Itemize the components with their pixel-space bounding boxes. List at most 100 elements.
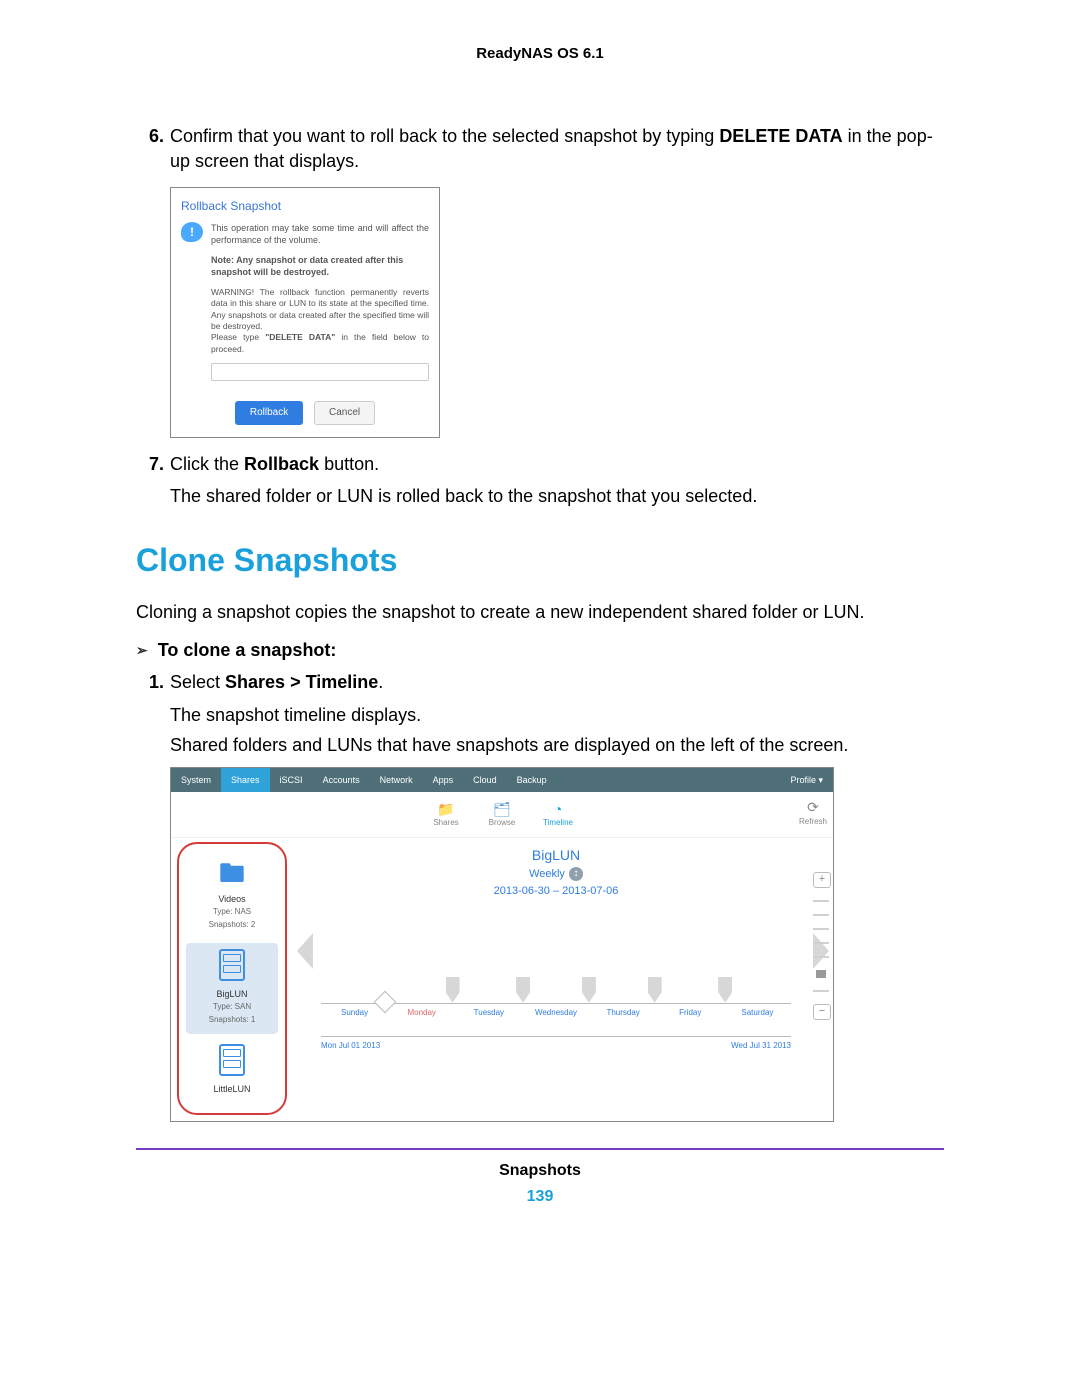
expand-icon[interactable]: ↕	[569, 867, 583, 881]
step-7: 7. Click the Rollback button.	[136, 452, 944, 476]
zoom-tick	[813, 956, 829, 958]
tab-iscsi[interactable]: iSCSI	[270, 768, 313, 792]
page-footer: Snapshots 139	[136, 1160, 944, 1207]
timeline-title: BigLUN	[303, 846, 809, 865]
zoom-tick	[813, 914, 829, 916]
timeline-panel: BigLUN Weekly↕ 2013-06-30 – 2013-07-06 S…	[293, 838, 833, 1121]
month-end: Wed Jul 31 2013	[731, 1041, 791, 1052]
step-6-number: 6.	[136, 124, 164, 173]
day-wed: Wednesday	[522, 1008, 589, 1019]
dialog-warning: WARNING! The rollback function permanent…	[211, 287, 429, 356]
dialog-warn2a: Please type	[211, 332, 265, 342]
share-snaps: Snapshots: 1	[186, 1015, 278, 1026]
step-6-bold: DELETE DATA	[719, 126, 842, 146]
prev-arrow-icon[interactable]	[297, 933, 313, 969]
share-name: BigLUN	[186, 988, 278, 1000]
dialog-msg: This operation may take some time and wi…	[211, 222, 429, 246]
zoom-controls: + −	[813, 872, 831, 1020]
tab-shares[interactable]: Shares	[221, 768, 270, 792]
snapshot-marker[interactable]	[582, 977, 596, 1003]
browse-icon: 🗂	[474, 800, 530, 818]
timeline-sub-text: Weekly	[529, 868, 565, 880]
dialog-title: Rollback Snapshot	[181, 198, 429, 214]
tab-backup[interactable]: Backup	[507, 768, 557, 792]
doc-header: ReadyNAS OS 6.1	[136, 44, 944, 64]
footer-label: Snapshots	[136, 1160, 944, 1182]
cancel-button[interactable]: Cancel	[314, 401, 375, 425]
proc-step-1-text: Select Shares > Timeline.	[170, 670, 944, 694]
rollback-dialog-screenshot: Rollback Snapshot ! This operation may t…	[170, 187, 440, 438]
tool-refresh[interactable]: ⟳Refresh	[799, 798, 827, 828]
profile-menu[interactable]: Profile ▾	[780, 768, 833, 792]
tab-system[interactable]: System	[171, 768, 221, 792]
confirm-input[interactable]	[211, 363, 429, 381]
day-thu: Thursday	[590, 1008, 657, 1019]
day-tue: Tuesday	[455, 1008, 522, 1019]
day-sat: Saturday	[724, 1008, 791, 1019]
snapshot-marker[interactable]	[446, 977, 460, 1003]
step-7-text-b: button.	[319, 454, 379, 474]
proc-step-1-bold: Shares > Timeline	[225, 672, 378, 692]
share-type: Type: NAS	[186, 907, 278, 918]
step-7-bold: Rollback	[244, 454, 319, 474]
share-name: Videos	[186, 893, 278, 905]
tool-shares-label: Shares	[433, 818, 458, 827]
zoom-in-button[interactable]: +	[813, 872, 831, 888]
step-7-text-a: Click the	[170, 454, 244, 474]
dialog-note-text: Note: Any snapshot or data created after…	[211, 255, 403, 277]
intro-paragraph: Cloning a snapshot copies the snapshot t…	[136, 600, 944, 624]
step-6-text: Confirm that you want to roll back to th…	[170, 124, 944, 173]
zoom-tick	[813, 942, 829, 944]
zoom-out-button[interactable]: −	[813, 1004, 831, 1020]
share-item-littlelun[interactable]: LittleLUN	[186, 1038, 278, 1103]
tool-browse-label: Browse	[489, 818, 516, 827]
tab-network[interactable]: Network	[370, 768, 423, 792]
section-heading: Clone Snapshots	[136, 539, 944, 582]
clock-icon: ◔	[530, 800, 586, 818]
info-icon: !	[181, 222, 203, 242]
rollback-button[interactable]: Rollback	[235, 401, 303, 425]
proc-step-1-number: 1.	[136, 670, 164, 694]
timeline-screenshot: System Shares iSCSI Accounts Network App…	[170, 767, 834, 1122]
zoom-thumb[interactable]	[816, 970, 826, 978]
tab-cloud[interactable]: Cloud	[463, 768, 507, 792]
footer-rule	[136, 1148, 944, 1150]
zoom-tick	[813, 900, 829, 902]
proc-step-1-after2: Shared folders and LUNs that have snapsh…	[170, 733, 944, 757]
toolbar: 📁Shares 🗂Browse ◔Timeline ⟳Refresh	[171, 792, 833, 838]
month-start: Mon Jul 01 2013	[321, 1041, 380, 1052]
refresh-icon: ⟳	[799, 798, 827, 817]
snapshot-marker[interactable]	[718, 977, 732, 1003]
day-mon: Monday	[388, 1008, 455, 1019]
day-fri: Friday	[657, 1008, 724, 1019]
day-sun: Sunday	[321, 1008, 388, 1019]
share-snaps: Snapshots: 2	[186, 920, 278, 931]
tool-shares[interactable]: 📁Shares	[418, 800, 474, 829]
tab-apps[interactable]: Apps	[423, 768, 464, 792]
dialog-warn1: WARNING! The rollback function permanent…	[211, 287, 429, 331]
folder-icon: 📁	[418, 800, 474, 818]
procedure-heading: ➢ To clone a snapshot:	[136, 638, 944, 662]
dialog-note: Note: Any snapshot or data created after…	[211, 254, 429, 278]
arrow-icon: ➢	[136, 638, 148, 662]
timeline-sub: Weekly ↕	[303, 867, 809, 882]
snapshot-marker[interactable]	[516, 977, 530, 1003]
step-7-number: 7.	[136, 452, 164, 476]
day-labels: Sunday Monday Tuesday Wednesday Thursday…	[321, 1008, 791, 1019]
dialog-warn2b: "DELETE DATA"	[265, 332, 335, 342]
tool-refresh-label: Refresh	[799, 817, 827, 826]
step-6-text-a: Confirm that you want to roll back to th…	[170, 126, 719, 146]
lun-icon	[219, 949, 245, 981]
tab-accounts[interactable]: Accounts	[313, 768, 370, 792]
proc-step-1-after1: The snapshot timeline displays.	[170, 703, 944, 727]
share-item-videos[interactable]: 🖿 Videos Type: NAS Snapshots: 2	[186, 850, 278, 939]
procedure-title: To clone a snapshot:	[158, 638, 337, 662]
tool-browse[interactable]: 🗂Browse	[474, 800, 530, 829]
tool-timeline[interactable]: ◔Timeline	[530, 800, 586, 829]
nav-tabs: System Shares iSCSI Accounts Network App…	[171, 768, 833, 792]
share-item-biglun[interactable]: BigLUN Type: SAN Snapshots: 1	[186, 943, 278, 1034]
timeline-track[interactable]	[321, 949, 791, 1004]
proc-step-1-text-b: .	[378, 672, 383, 692]
snapshot-marker[interactable]	[648, 977, 662, 1003]
zoom-tick	[813, 990, 829, 992]
